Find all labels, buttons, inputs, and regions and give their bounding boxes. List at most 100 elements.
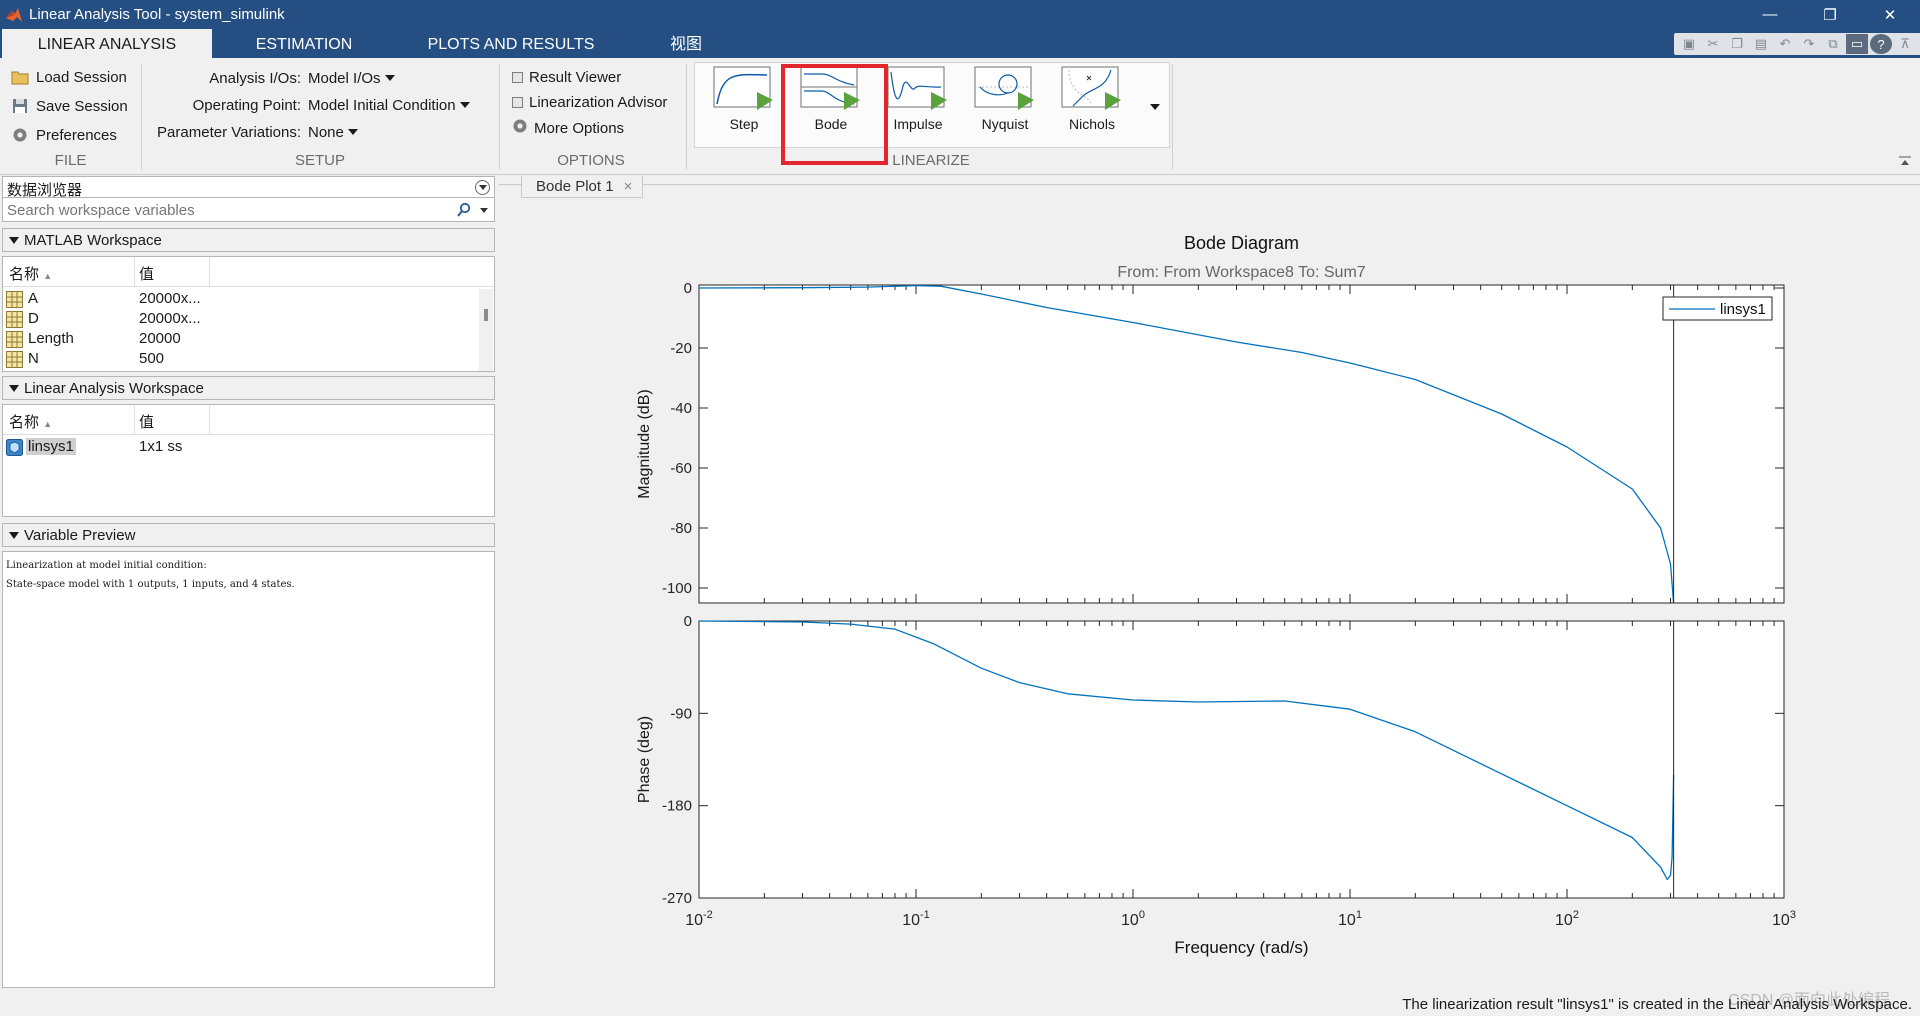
name-column-header[interactable]: 名称 ▲ bbox=[9, 263, 52, 284]
name-column-header[interactable]: 名称 ▲ bbox=[9, 411, 52, 432]
switch-windows-icon[interactable]: ⧉ bbox=[1822, 34, 1844, 54]
tab-view[interactable]: 视图 bbox=[626, 29, 746, 58]
data-browser-title: 数据浏览器 bbox=[7, 182, 83, 199]
linear-analysis-workspace-title: Linear Analysis Workspace bbox=[24, 379, 204, 397]
phase-axes: 0 -90 -180 -270 Phase (deg) 10-2 10-1 100 101 102… bbox=[636, 613, 1796, 957]
nyquist-plot-button[interactable]: Nyquist bbox=[967, 66, 1043, 146]
chart-subtitle: From: From Workspace8 To: Sum7 bbox=[1117, 264, 1365, 281]
parameter-variations-value: None bbox=[308, 123, 344, 141]
analysis-ios-value: Model I/Os bbox=[308, 69, 381, 87]
result-viewer-checkbox[interactable]: Result Viewer bbox=[512, 65, 621, 89]
search-box bbox=[2, 198, 495, 222]
paste-icon[interactable]: ▤ bbox=[1750, 34, 1772, 54]
chart-title: Bode Diagram bbox=[1184, 233, 1299, 253]
chevron-down-icon bbox=[384, 75, 395, 81]
collapse-triangle-icon bbox=[9, 531, 19, 539]
minimize-button[interactable]: — bbox=[1740, 0, 1800, 29]
scrollbar-thumb[interactable] bbox=[484, 309, 488, 321]
step-plot-button[interactable]: Step bbox=[706, 66, 782, 146]
preview-line: State-space model with 1 outputs, 1 inpu… bbox=[6, 579, 295, 590]
variable-preview-header[interactable]: Variable Preview bbox=[2, 523, 495, 547]
y-tick-label: 0 bbox=[684, 613, 692, 630]
variable-preview-box: Linearization at model initial condition… bbox=[2, 551, 495, 988]
ribbon-tab-bar: LINEAR ANALYSIS ESTIMATION PLOTS AND RES… bbox=[0, 29, 1920, 58]
variable-name: A bbox=[28, 290, 39, 307]
variable-name: Length bbox=[28, 330, 74, 347]
search-icon[interactable] bbox=[456, 202, 472, 218]
tab-estimation[interactable]: ESTIMATION bbox=[212, 29, 396, 58]
linearization-advisor-checkbox[interactable]: Linearization Advisor bbox=[512, 90, 667, 114]
bode-diagram-figure: 0 -20 -40 -60 -80 -100 Magnitude (dB) Bode Diag… bbox=[636, 233, 1796, 957]
linear-analysis-workspace-list: 名称 ▲ 值 linsys1 1x1 ss bbox=[2, 404, 495, 517]
setup-section-label: SETUP bbox=[294, 152, 345, 169]
linear-analysis-workspace-header[interactable]: Linear Analysis Workspace bbox=[2, 376, 495, 400]
list-item[interactable]: linsys1 1x1 ss bbox=[3, 437, 494, 457]
save-icon[interactable]: ▣ bbox=[1678, 34, 1700, 54]
list-item[interactable]: N 500 bbox=[3, 349, 494, 369]
save-session-button[interactable]: Save Session bbox=[10, 94, 128, 118]
restore-button[interactable]: ❐ bbox=[1800, 0, 1860, 29]
ribbon-divider bbox=[686, 64, 687, 170]
impulse-plot-button[interactable]: Impulse bbox=[880, 66, 956, 146]
checkbox-icon bbox=[512, 71, 523, 83]
collapse-ribbon-icon[interactable] bbox=[1898, 154, 1912, 166]
search-options-chevron-icon[interactable] bbox=[480, 208, 488, 213]
expand-icon[interactable]: ⊼ bbox=[1894, 34, 1916, 54]
x-tick-label: 103 bbox=[1772, 909, 1796, 929]
x-tick-label: 10-1 bbox=[902, 909, 930, 929]
tab-linear-analysis[interactable]: LINEAR ANALYSIS bbox=[2, 29, 212, 58]
parameter-variations-row: Parameter Variations: None bbox=[141, 120, 358, 144]
legend: linsys1 bbox=[1662, 296, 1773, 321]
undock-icon[interactable]: ▭ bbox=[1846, 34, 1868, 54]
operating-point-dropdown[interactable]: Model Initial Condition bbox=[308, 97, 470, 114]
variable-value: 500 bbox=[139, 350, 165, 367]
gear-icon bbox=[512, 118, 528, 138]
help-icon[interactable]: ? bbox=[1870, 34, 1892, 54]
preferences-button[interactable]: Preferences bbox=[10, 123, 117, 147]
vertical-scrollbar[interactable] bbox=[479, 289, 493, 371]
search-input[interactable] bbox=[7, 200, 447, 220]
close-button[interactable]: ✕ bbox=[1860, 0, 1920, 29]
x-tick-label: 10-2 bbox=[685, 909, 713, 929]
y-axis-label: Phase (deg) bbox=[636, 716, 653, 803]
plot-box bbox=[698, 620, 1785, 899]
analysis-ios-row: Analysis I/Os: Model I/Os bbox=[141, 66, 395, 90]
matrix-variable-icon bbox=[6, 291, 23, 308]
nichols-plot-button[interactable]: Nichols bbox=[1054, 66, 1130, 146]
undo-icon[interactable]: ↶ bbox=[1774, 34, 1796, 54]
variable-value: 1x1 ss bbox=[139, 438, 183, 455]
y-tick-label: -20 bbox=[670, 340, 692, 357]
more-options-button[interactable]: More Options bbox=[512, 116, 624, 140]
copy-icon[interactable]: ❐ bbox=[1726, 34, 1748, 54]
plot-document-area: Bode Plot 1 × 0 -20 -40 -60 -80 -100 Magnitude… bbox=[499, 176, 1920, 988]
matlab-workspace-title: MATLAB Workspace bbox=[24, 231, 162, 249]
bode-highlight-box bbox=[781, 64, 888, 165]
impulse-response-icon bbox=[887, 66, 947, 110]
variable-name: N bbox=[28, 350, 39, 367]
y-tick-label: -60 bbox=[670, 460, 692, 477]
file-section-label: FILE bbox=[54, 152, 87, 169]
panel-menu-icon[interactable] bbox=[475, 180, 490, 195]
redo-icon[interactable]: ↷ bbox=[1798, 34, 1820, 54]
cut-icon[interactable]: ✂ bbox=[1702, 34, 1724, 54]
matrix-variable-icon bbox=[6, 311, 23, 328]
matlab-workspace-header[interactable]: MATLAB Workspace bbox=[2, 228, 495, 252]
matrix-variable-icon bbox=[6, 351, 23, 368]
list-item[interactable]: Length 20000 bbox=[3, 329, 494, 349]
analysis-ios-label: Analysis I/Os: bbox=[209, 69, 301, 87]
variable-name: D bbox=[28, 310, 39, 327]
chevron-down-icon bbox=[459, 102, 470, 108]
name-column-label: 名称 bbox=[9, 414, 40, 431]
gallery-expand-arrow-icon[interactable] bbox=[1148, 96, 1162, 116]
value-column-header[interactable]: 值 bbox=[139, 263, 154, 284]
parameter-variations-dropdown[interactable]: None bbox=[308, 124, 358, 141]
data-browser-panel: 数据浏览器 MATLAB Workspace 名称 ▲ 值 A 20000x..… bbox=[0, 176, 497, 988]
list-item[interactable]: A 20000x... bbox=[3, 289, 494, 309]
tab-plots-and-results[interactable]: PLOTS AND RESULTS bbox=[396, 29, 626, 58]
analysis-ios-dropdown[interactable]: Model I/Os bbox=[308, 70, 395, 87]
list-item[interactable]: D 20000x... bbox=[3, 309, 494, 329]
value-column-header[interactable]: 值 bbox=[139, 411, 154, 432]
nichols-label: Nichols bbox=[1069, 116, 1115, 132]
operating-point-value: Model Initial Condition bbox=[308, 96, 456, 114]
load-session-button[interactable]: Load Session bbox=[10, 65, 127, 89]
